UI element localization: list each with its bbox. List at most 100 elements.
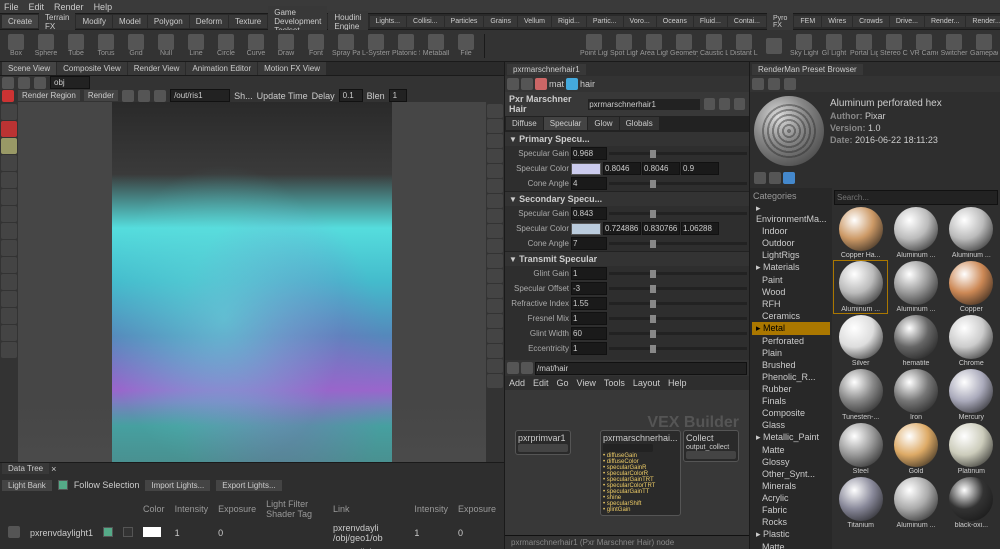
scale-icon[interactable]	[1, 172, 17, 188]
shelf-tab[interactable]: FEM	[794, 16, 821, 27]
category-item[interactable]: Indoor	[752, 225, 830, 237]
path-seg[interactable]: hair	[580, 79, 595, 89]
preset-item[interactable]: black-oxi...	[945, 477, 998, 529]
color-swatch[interactable]	[143, 527, 161, 537]
opt-icon[interactable]	[487, 209, 503, 223]
shelf-item[interactable]: Metaball	[422, 34, 450, 57]
render-viewport[interactable]	[18, 102, 486, 462]
opt-icon[interactable]	[487, 359, 503, 373]
shelf-item[interactable]: Tube	[62, 34, 90, 57]
shelf-item[interactable]: L-System	[362, 34, 390, 57]
magnet-icon[interactable]	[1, 257, 17, 273]
category-item[interactable]: ▸ Materials	[752, 261, 830, 274]
tab-glow[interactable]: Glow	[588, 117, 618, 130]
node-menu-item[interactable]: Layout	[633, 378, 660, 388]
opt-icon[interactable]	[487, 134, 503, 148]
slider[interactable]	[609, 302, 747, 305]
category-item[interactable]: Perforated	[752, 335, 830, 347]
shelf-item[interactable]: Area Light	[640, 34, 668, 57]
lasso-icon[interactable]	[1, 121, 17, 137]
tool-icon[interactable]	[1, 325, 17, 341]
category-item[interactable]: Wood	[752, 286, 830, 298]
category-item[interactable]: Rocks	[752, 516, 830, 528]
shelf-tab[interactable]: Partic...	[587, 16, 623, 27]
category-item[interactable]: ▸ EnvironmentMa...	[752, 202, 830, 225]
opt-icon[interactable]	[487, 299, 503, 313]
col-header[interactable]: Intensity	[410, 498, 452, 520]
shelf-tab[interactable]: Voro...	[624, 16, 656, 27]
preset-item[interactable]: Aluminum ...	[834, 261, 887, 313]
color-swatch[interactable]	[571, 223, 601, 235]
slider[interactable]	[609, 212, 747, 215]
col-header[interactable]	[4, 498, 24, 520]
category-item[interactable]: Glass	[752, 419, 830, 431]
opt-icon[interactable]	[487, 269, 503, 283]
col-header[interactable]	[26, 498, 97, 520]
shelf-item[interactable]: Point Light	[580, 34, 608, 57]
shelf-tab[interactable]: Crowds	[853, 16, 889, 27]
category-item[interactable]: Other_Synt...	[752, 468, 830, 480]
r-input[interactable]	[603, 162, 641, 175]
glint-width-input[interactable]	[571, 327, 607, 340]
import-lights[interactable]: Import Lights...	[145, 480, 210, 491]
glint-gain-input[interactable]	[571, 267, 607, 280]
col-header[interactable]	[99, 498, 117, 520]
lightbank-dropdown[interactable]: Light Bank	[2, 480, 52, 491]
b-input[interactable]	[681, 162, 719, 175]
category-item[interactable]: Glossy	[752, 456, 830, 468]
solo-checkbox[interactable]	[123, 527, 133, 537]
tab-datatree[interactable]: Data Tree	[2, 463, 49, 474]
col-header[interactable]: Color	[139, 498, 169, 520]
cone-input[interactable]	[571, 177, 607, 190]
shelf-tab[interactable]: Polygon	[148, 15, 189, 28]
preset-item[interactable]: Copper	[945, 261, 998, 313]
preset-item[interactable]: Chrome	[945, 315, 998, 367]
shelf-tab[interactable]: Collisi...	[407, 16, 444, 27]
category-item[interactable]: Outdoor	[752, 237, 830, 249]
slider[interactable]	[609, 152, 747, 155]
preset-item[interactable]: Copper Ha...	[834, 207, 887, 259]
shelf-item[interactable]: Line	[182, 34, 210, 57]
category-item[interactable]: ▸ Metal	[752, 322, 830, 335]
tool-icon[interactable]	[1, 189, 17, 205]
category-item[interactable]: Finals	[752, 395, 830, 407]
shelf-item[interactable]: Platonic Solids	[392, 34, 420, 57]
home-icon[interactable]	[784, 78, 796, 90]
brush-icon[interactable]	[1, 240, 17, 256]
render-region[interactable]: Render Region	[18, 90, 80, 101]
preset-item[interactable]: hematite	[889, 315, 942, 367]
rotate-icon[interactable]	[1, 155, 17, 171]
node-menu-item[interactable]: Tools	[604, 378, 625, 388]
shelf-tab[interactable]: Particles	[445, 16, 484, 27]
help-icon[interactable]	[734, 98, 745, 110]
tab-specular[interactable]: Specular	[544, 117, 588, 130]
shelf-item[interactable]: Gamepad Camera	[970, 34, 998, 57]
opt-icon[interactable]	[487, 119, 503, 133]
shelf-item[interactable]: VR Camera	[910, 34, 938, 57]
shelf-item[interactable]: Sky Light	[790, 34, 818, 57]
category-item[interactable]: Brushed	[752, 359, 830, 371]
shelf-item[interactable]: Stereo Camera	[880, 34, 908, 57]
section-transmit[interactable]: ▼ Transmit Specular	[505, 252, 749, 266]
tool-icon[interactable]	[1, 291, 17, 307]
slider[interactable]	[609, 242, 747, 245]
shelf-item[interactable]: Curve	[242, 34, 270, 57]
info-icon[interactable]	[783, 172, 795, 184]
g-input[interactable]	[642, 162, 680, 175]
back-icon[interactable]	[752, 78, 764, 90]
category-item[interactable]: Acrylic	[752, 492, 830, 504]
shelf-item[interactable]: Distant Light	[730, 34, 758, 57]
col-header[interactable]: Link	[329, 498, 408, 520]
col-header[interactable]: Intensity	[171, 498, 213, 520]
shelf-tab[interactable]: Contai...	[728, 16, 766, 27]
col-header[interactable]	[119, 498, 137, 520]
out-path[interactable]	[170, 89, 230, 102]
category-item[interactable]: Minerals	[752, 480, 830, 492]
light-row[interactable]: pxrenvdaylight110pxrenvdayli /obj/geo1/o…	[4, 522, 500, 544]
shelf-item[interactable]: Caustic Light	[700, 34, 728, 57]
col-header[interactable]: Light Filter Shader Tag	[262, 498, 327, 520]
shelf-item[interactable]: Geometry Light	[670, 34, 698, 57]
export-icon[interactable]	[769, 172, 781, 184]
pause-icon[interactable]	[138, 90, 150, 102]
pane-tab[interactable]: Motion FX View	[258, 62, 326, 75]
